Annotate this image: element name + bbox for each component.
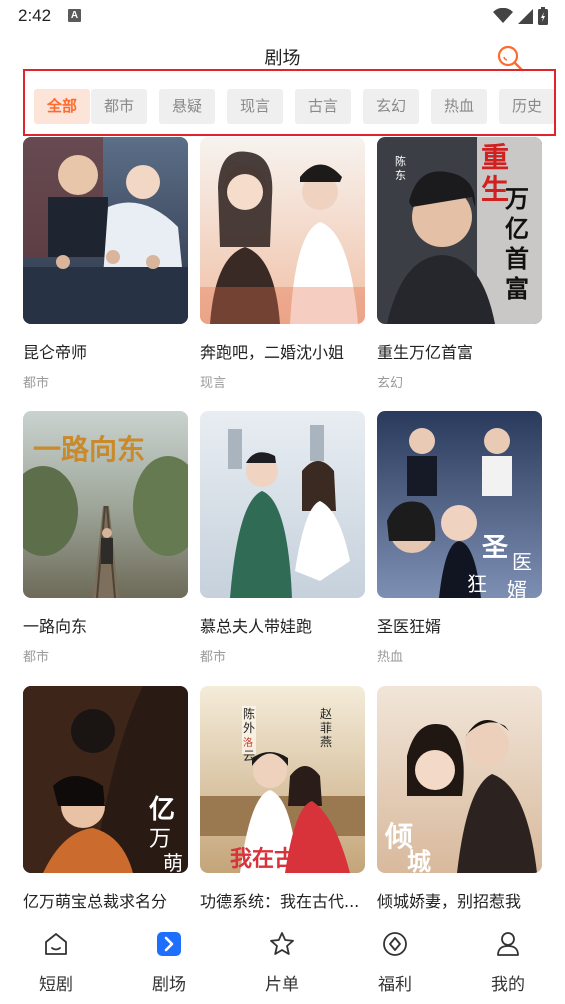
drama-title[interactable]: 慕总夫人带娃跑 bbox=[200, 613, 370, 637]
drama-title[interactable]: 功德系统：我在古代... bbox=[200, 888, 370, 912]
poster-text-6: 首 bbox=[505, 245, 529, 273]
drama-title[interactable]: 倾城娇妻，别招惹我 bbox=[377, 888, 547, 912]
poster-text-0: 亿 bbox=[149, 795, 175, 825]
signal-icon bbox=[518, 9, 533, 24]
poster-text-4: 赵 bbox=[320, 707, 332, 721]
poster-text-3: 云 bbox=[243, 749, 255, 763]
poster-text-1: 城 bbox=[407, 847, 431, 873]
bottom-tab-bar: 短剧 剧场 片单 福利 我的 bbox=[0, 922, 565, 1004]
home-icon bbox=[45, 933, 67, 955]
status-bar: 2:42 A bbox=[0, 0, 565, 34]
page-title: 剧场 bbox=[264, 48, 301, 69]
drama-card-poster[interactable] bbox=[200, 137, 365, 324]
poster-text-5: 菲 bbox=[320, 721, 332, 735]
drama-genre: 玄幻 bbox=[377, 376, 404, 391]
drama-title[interactable]: 昆仑帝师 bbox=[23, 339, 193, 363]
tab-welfare[interactable]: 福利 bbox=[355, 922, 435, 1004]
poster-text-3: 婿 bbox=[507, 578, 527, 598]
poster-text-5: 亿 bbox=[505, 215, 529, 243]
status-icons bbox=[493, 6, 549, 26]
poster-text-6: 燕 bbox=[320, 735, 332, 749]
filter-chip-urban[interactable]: 都市 bbox=[91, 89, 147, 124]
tab-label: 剧场 bbox=[152, 975, 186, 995]
star-icon bbox=[270, 932, 294, 955]
drama-genre: 都市 bbox=[200, 650, 227, 665]
drama-card-poster[interactable] bbox=[200, 411, 365, 598]
drama-title[interactable]: 圣医狂婿 bbox=[377, 613, 547, 637]
filter-chip-all[interactable]: 全部 bbox=[34, 89, 90, 124]
poster-image bbox=[200, 137, 365, 324]
drama-card-poster[interactable]: 一路向东 bbox=[23, 411, 188, 598]
filter-chip-suspense[interactable]: 悬疑 bbox=[159, 89, 215, 124]
poster-image bbox=[200, 411, 365, 598]
poster-text-1: 万 bbox=[149, 827, 171, 852]
drama-title[interactable]: 重生万亿首富 bbox=[377, 339, 547, 363]
notification-icon: A bbox=[68, 9, 81, 22]
poster-image: 陈 东 重 生 万 亿 首 富 bbox=[377, 137, 542, 324]
gift-icon bbox=[383, 932, 407, 956]
tab-playlist[interactable]: 片单 bbox=[242, 922, 322, 1004]
drama-genre: 都市 bbox=[23, 650, 50, 665]
poster-text-1: 外 bbox=[243, 721, 255, 735]
poster-text-2: 狂 bbox=[467, 572, 487, 596]
drama-card-poster[interactable]: 陈 外 洛 云 赵 菲 燕 我在古代 bbox=[200, 686, 365, 873]
poster-image bbox=[23, 137, 188, 324]
poster-text-2: 洛 bbox=[243, 736, 253, 749]
drama-genre: 都市 bbox=[23, 376, 50, 391]
drama-card-poster[interactable]: 亿 万 萌 bbox=[23, 686, 188, 873]
drama-card-poster[interactable]: 倾 城 bbox=[377, 686, 542, 873]
tab-label: 短剧 bbox=[39, 975, 73, 995]
drama-card-poster[interactable] bbox=[23, 137, 188, 324]
poster-text-4: 万 bbox=[505, 185, 529, 213]
poster-image: 亿 万 萌 bbox=[23, 686, 188, 873]
poster-image: 一路向东 bbox=[23, 411, 188, 598]
poster-image: 倾 城 bbox=[377, 686, 542, 873]
status-time: 2:42 bbox=[18, 6, 52, 25]
tab-shorts[interactable]: 短剧 bbox=[16, 922, 96, 1004]
poster-text-1: 医 bbox=[512, 550, 532, 574]
tab-label: 我的 bbox=[491, 975, 525, 995]
drama-card-poster[interactable]: 陈 东 重 生 万 亿 首 富 bbox=[377, 137, 542, 324]
poster-text-0: 一路向东 bbox=[33, 433, 145, 466]
filter-chip-ancient-romance[interactable]: 古言 bbox=[295, 89, 351, 124]
poster-text-2: 萌 bbox=[163, 851, 183, 873]
user-icon bbox=[497, 932, 519, 956]
drama-genre: 热血 bbox=[377, 650, 404, 665]
drama-title[interactable]: 奔跑吧，二婚沈小姐 bbox=[200, 339, 370, 363]
filter-chip-history[interactable]: 历史 bbox=[499, 89, 554, 124]
poster-text-0: 陈 bbox=[395, 154, 406, 168]
filter-chip-action[interactable]: 热血 bbox=[431, 89, 487, 124]
poster-image: 陈 外 洛 云 赵 菲 燕 我在古代 bbox=[200, 686, 365, 873]
poster-text-0: 圣 bbox=[482, 533, 509, 563]
poster-text-0: 陈 bbox=[243, 706, 255, 721]
poster-text-1: 东 bbox=[395, 169, 406, 182]
poster-text-2: 重 bbox=[481, 141, 509, 174]
tab-label: 片单 bbox=[265, 975, 299, 995]
genre-filter-bar: 全部 都市 悬疑 现言 古言 玄幻 热血 历史 bbox=[23, 69, 556, 136]
theater-icon bbox=[157, 932, 181, 956]
poster-text-7: 我在古代 bbox=[230, 846, 318, 872]
tab-label: 福利 bbox=[378, 975, 412, 995]
drama-title[interactable]: 一路向东 bbox=[23, 613, 193, 637]
tab-theater[interactable]: 剧场 bbox=[129, 922, 209, 1004]
wifi-icon bbox=[493, 8, 513, 23]
filter-chip-fantasy[interactable]: 玄幻 bbox=[363, 89, 419, 124]
drama-genre: 现言 bbox=[200, 376, 227, 391]
poster-text-7: 富 bbox=[505, 275, 529, 303]
drama-card-poster[interactable]: 圣 医 狂 婿 bbox=[377, 411, 542, 598]
drama-title[interactable]: 亿万萌宝总裁求名分 bbox=[23, 888, 193, 912]
battery-icon bbox=[538, 7, 548, 25]
filter-chip-modern-romance[interactable]: 现言 bbox=[227, 89, 283, 124]
tab-mine[interactable]: 我的 bbox=[468, 922, 548, 1004]
poster-image: 圣 医 狂 婿 bbox=[377, 411, 542, 598]
